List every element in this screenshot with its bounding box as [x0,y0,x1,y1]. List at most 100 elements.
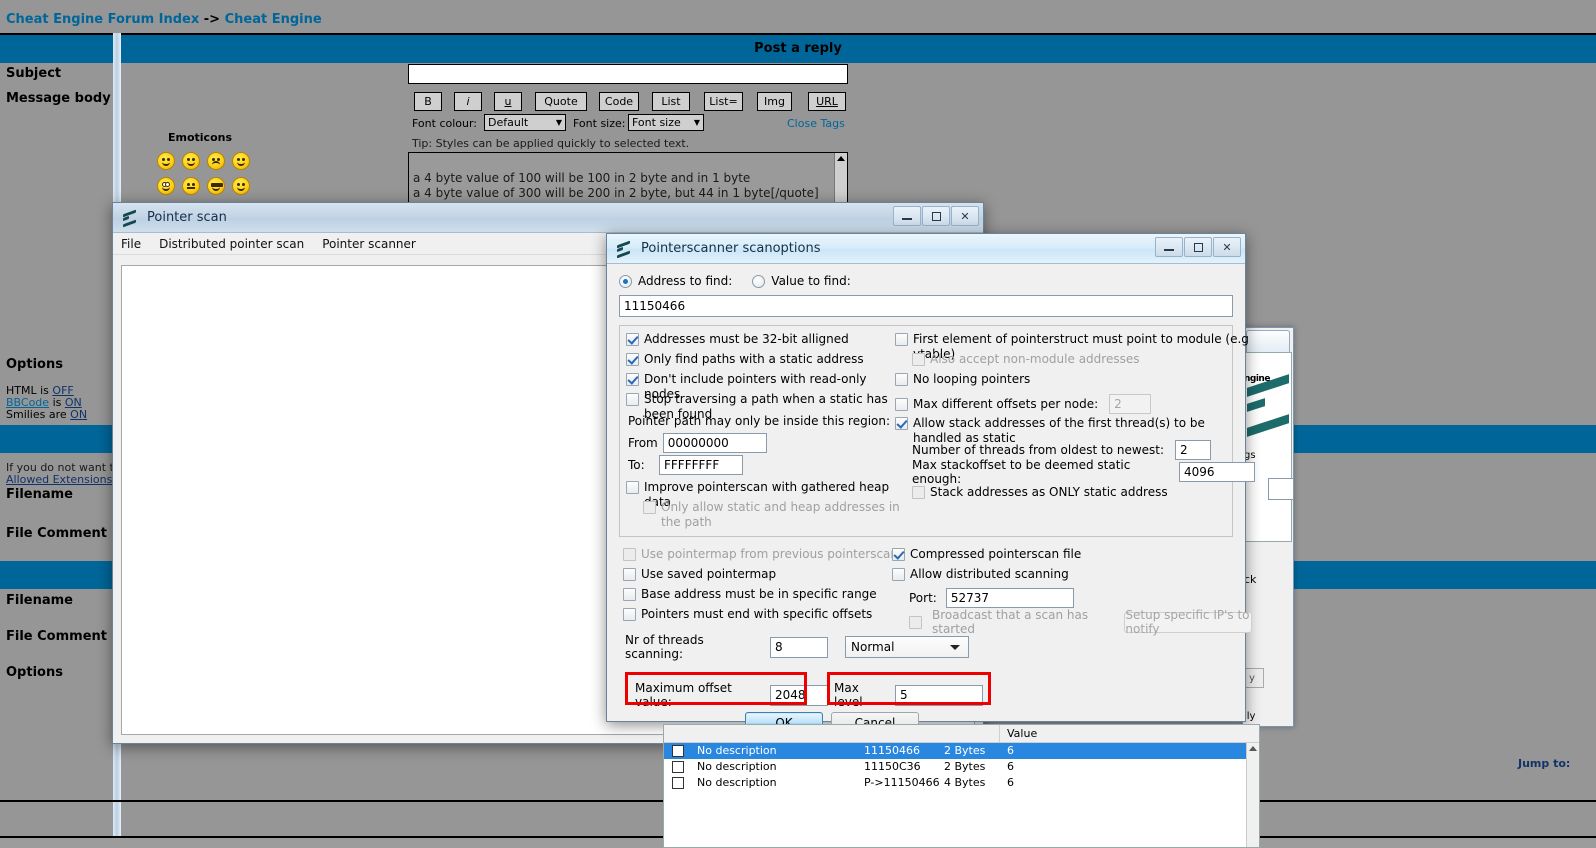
ce-value-input[interactable] [1268,478,1294,500]
port-row: Port: 52737 [892,587,1252,609]
scanoptions-title: Pointerscanner scanoptions [641,241,820,256]
table-row[interactable]: No description P->11150466 4 Bytes 6 [664,775,1259,791]
checkbox-no-looping-pointers[interactable] [895,373,908,386]
option-compressed-file[interactable]: Compressed pointerscan file [892,547,1252,567]
row-checkbox[interactable] [672,745,684,757]
scanoptions-titlebar[interactable]: Pointerscanner scanoptions ✕ [607,234,1245,264]
checkbox-max-offsets-node[interactable] [895,398,908,411]
from-input[interactable]: 00000000 [663,433,767,453]
pointerscanner-scanoptions-dialog[interactable]: Pointerscanner scanoptions ✕ Address to … [606,233,1246,722]
port-input[interactable]: 52737 [946,588,1074,608]
minimize-icon[interactable] [893,206,921,226]
scroll-up-icon-2[interactable] [1249,746,1257,751]
bb-button-italic[interactable]: i [454,92,482,111]
priority-dropdown[interactable]: Normal [845,636,969,658]
option-base-address-range[interactable]: Base address must be in specific range [623,587,903,607]
bb-button-bold[interactable]: B [414,92,442,111]
bb-button-quote[interactable]: Quote [535,92,587,111]
threads-oldest-input[interactable]: 2 [1175,440,1211,460]
address-input[interactable]: 11150466 [619,295,1233,317]
menu-pointer-scanner[interactable]: Pointer scanner [322,237,416,251]
close-tags-link[interactable]: Close Tags [787,117,845,130]
maximize-icon-2[interactable] [1184,237,1212,257]
checkbox-static-address[interactable] [626,353,639,366]
emoticon-smile[interactable] [157,152,175,170]
option-max-offsets-node[interactable]: Max different offsets per node: 2 [895,392,1255,416]
value-to-find-radio[interactable] [752,275,765,288]
checkbox-end-specific-offsets[interactable] [623,608,636,621]
cheat-engine-icon [123,210,139,226]
to-input[interactable]: FFFFFFFF [659,455,743,475]
option-allow-distributed[interactable]: Allow distributed scanning [892,567,1252,587]
bb-button-img[interactable]: Img [757,92,792,111]
close-icon[interactable]: ✕ [951,206,979,226]
font-size-select[interactable]: Font size ▼ [628,114,704,131]
table-row[interactable]: No description 11150466 2 Bytes 6 [664,743,1259,759]
emoticon-surprised[interactable] [157,177,175,195]
option-allow-stack[interactable]: Allow stack addresses of the first threa… [895,416,1255,436]
table-row[interactable]: No description 11150C36 2 Bytes 6 [664,759,1259,775]
bb-button-url[interactable]: URL [808,92,846,111]
checkbox-readonly-nodes[interactable] [626,373,639,386]
emoticon-happy[interactable] [232,152,250,170]
address-list[interactable]: Value No description 11150466 2 Bytes 6 … [663,724,1260,848]
checkbox-allow-stack[interactable] [895,417,908,430]
checkbox-base-address-range[interactable] [623,588,636,601]
bb-button-underline[interactable]: u [494,92,522,111]
nr-threads-input[interactable]: 8 [770,637,828,658]
option-stop-traversing[interactable]: Stop traversing a path when a static has… [626,392,906,412]
option-no-looping-pointers[interactable]: No looping pointers [895,372,1255,392]
breadcrumb-link-index[interactable]: Cheat Engine Forum Index [6,12,199,27]
address-to-find-radio[interactable] [619,275,632,288]
breadcrumb-link-current[interactable]: Cheat Engine [225,12,322,27]
bb-button-list-eq[interactable]: List= [704,92,743,111]
option-first-element-module[interactable]: First element of pointerstruct must poin… [895,332,1255,352]
emoticon-cool[interactable] [207,177,225,195]
column-header-value[interactable]: Value [1007,727,1037,740]
maximize-icon[interactable] [922,206,950,226]
option-improve-heap[interactable]: Improve pointerscan with gathered heap d… [626,480,906,500]
subject-input[interactable] [408,64,848,84]
broadcast-row: Broadcast that a scan has started Setup … [892,611,1252,633]
address-list-scrollbar[interactable] [1246,743,1259,847]
menu-distributed-pointer-scan[interactable]: Distributed pointer scan [159,237,304,251]
option-use-saved-pointermap[interactable]: Use saved pointermap [623,567,903,587]
emoticon-sad[interactable] [207,152,225,170]
checkbox-allow-distributed[interactable] [892,568,905,581]
checkbox-32bit-aligned[interactable] [626,333,639,346]
region-from-row: From 00000000 [626,432,906,454]
option-end-specific-offsets[interactable]: Pointers must end with specific offsets [623,607,903,627]
row-address: 11150466 [864,744,920,757]
emoticon-laugh[interactable] [232,177,250,195]
max-stackoffset-input[interactable]: 4096 [1179,462,1255,482]
row-checkbox[interactable] [672,761,684,773]
minimize-icon-2[interactable] [1155,237,1183,257]
emoticon-grin[interactable] [182,152,200,170]
bb-button-code[interactable]: Code [599,92,639,111]
bb-button-list[interactable]: List [652,92,690,111]
option-readonly-nodes[interactable]: Don't include pointers with read-only no… [626,372,906,392]
file-comment-label-1: File Comment [6,526,107,541]
close-icon-2[interactable]: ✕ [1213,237,1241,257]
priority-value: Normal [851,640,894,654]
emoticon-neutral[interactable] [182,177,200,195]
allowed-extensions-link[interactable]: Allowed Extensions a [6,473,123,486]
pointer-scan-titlebar[interactable]: Pointer scan ✕ [113,203,983,233]
chevron-down-icon: ▼ [556,118,562,127]
menu-file[interactable]: File [121,237,141,251]
checkbox-use-saved-pointermap[interactable] [623,568,636,581]
option-32bit-aligned[interactable]: Addresses must be 32-bit alligned [626,332,906,352]
scroll-up-icon[interactable] [837,156,845,161]
checkbox-stop-traversing[interactable] [626,393,639,406]
checkbox-compressed-file[interactable] [892,548,905,561]
row-checkbox[interactable] [672,777,684,789]
max-level-input[interactable]: 5 [895,685,983,706]
label-32bit-aligned: Addresses must be 32-bit alligned [644,332,849,347]
max-offset-input[interactable]: 2048 [770,685,828,706]
from-label: From [628,436,658,450]
label-only-static-heap: Only allow static and heap addresses in … [661,500,906,530]
option-static-address[interactable]: Only find paths with a static address [626,352,906,372]
checkbox-improve-heap[interactable] [626,481,639,494]
checkbox-first-element-module[interactable] [895,333,908,346]
font-colour-select[interactable]: Default ▼ [484,114,566,131]
